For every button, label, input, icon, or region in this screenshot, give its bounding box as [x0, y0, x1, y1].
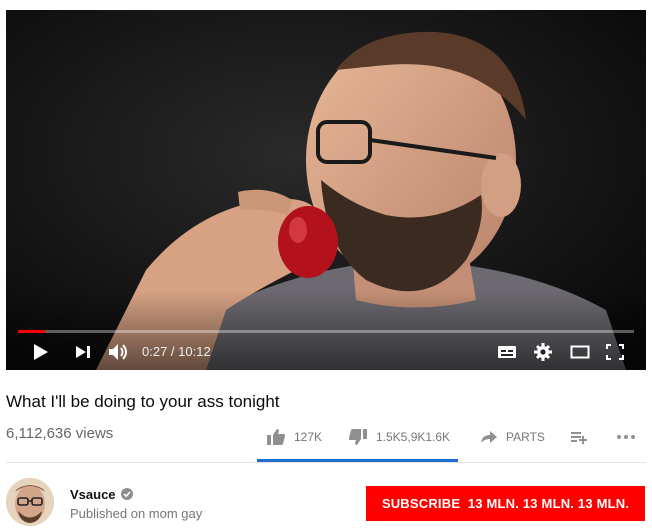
avatar-image: [6, 478, 54, 526]
fullscreen-button[interactable]: [604, 340, 626, 364]
add-to-playlist-button[interactable]: [570, 426, 596, 448]
volume-icon: [109, 344, 127, 360]
play-button[interactable]: [30, 340, 52, 364]
more-actions-button[interactable]: [616, 426, 644, 448]
like-count: 127K: [294, 430, 323, 444]
subtitles-button[interactable]: [496, 340, 518, 364]
more-icon: [617, 435, 635, 439]
theater-mode-button[interactable]: [568, 340, 592, 364]
fullscreen-icon: [606, 344, 624, 360]
time-separator: /: [167, 344, 179, 359]
settings-icon: [534, 343, 552, 361]
channel-name[interactable]: Vsauce: [70, 487, 116, 502]
current-time: 0:27: [142, 344, 168, 359]
duration: 10:12: [178, 344, 211, 359]
video-title: What I'll be doing to your ass tonight: [6, 392, 280, 411]
theater-mode-icon: [570, 345, 590, 359]
publish-date: Published on mom gay: [70, 506, 203, 521]
share-button[interactable]: PARTS: [480, 426, 545, 448]
channel-avatar[interactable]: [6, 478, 54, 526]
verified-icon: [121, 488, 133, 500]
time-display: 0:27 / 10:12: [142, 344, 211, 359]
share-label: PARTS: [506, 430, 545, 444]
progress-played: [18, 330, 46, 333]
subtitles-icon: [498, 346, 516, 358]
thumbs-down-icon: [348, 429, 367, 445]
player-controls: 0:27 / 10:12: [6, 340, 646, 364]
play-icon: [34, 344, 48, 360]
divider: [6, 462, 646, 463]
subscribe-label: SUBSCRIBE 13 MLN. 13 MLN. 13 MLN.: [381, 496, 630, 511]
volume-button[interactable]: [106, 340, 132, 364]
dislike-count: 1.5K5,9K1.6K: [376, 430, 451, 444]
dislike-button[interactable]: 1.5K5,9K1.6K: [348, 426, 450, 448]
settings-button[interactable]: [532, 340, 554, 364]
like-button[interactable]: 127K: [266, 426, 322, 448]
next-icon: [76, 346, 90, 358]
add-to-playlist-icon: [571, 432, 587, 444]
progress-bar[interactable]: [18, 330, 634, 333]
next-button[interactable]: [72, 340, 94, 364]
subscribe-button[interactable]: SUBSCRIBE 13 MLN. 13 MLN. 13 MLN.: [366, 486, 645, 521]
view-count: 6,112,636 views: [6, 425, 114, 442]
share-arrow-icon: [481, 431, 497, 443]
thumbs-up-icon: [267, 429, 286, 445]
video-player[interactable]: 0:27 / 10:12: [6, 10, 646, 370]
